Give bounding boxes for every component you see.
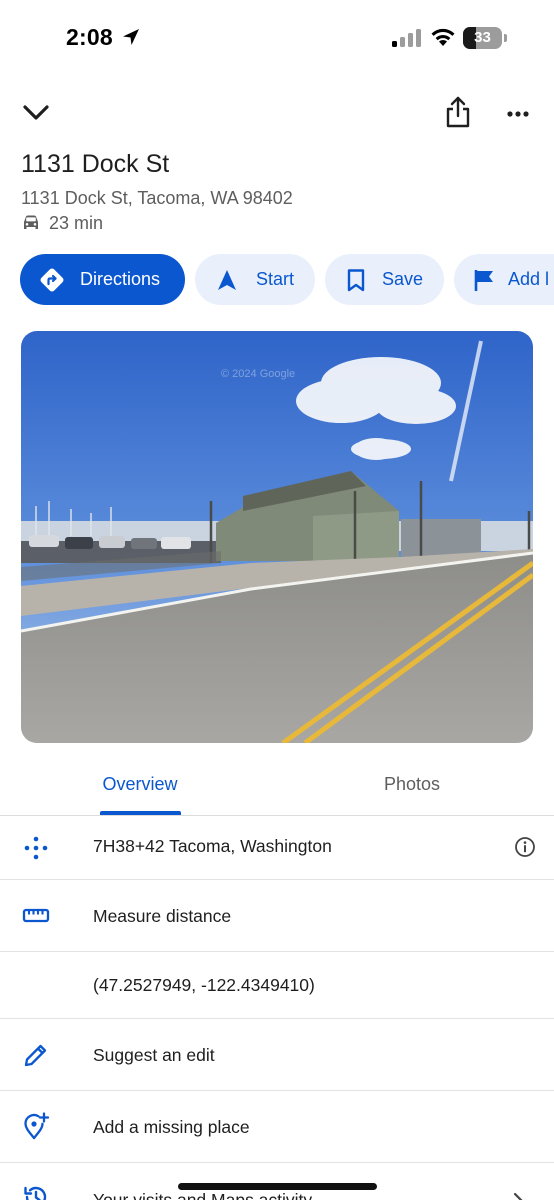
measure-distance-row[interactable]: Measure distance: [0, 880, 554, 952]
battery-indicator: 33: [463, 27, 507, 49]
share-icon[interactable]: [440, 94, 476, 130]
place-tabs: Overview Photos: [0, 760, 554, 816]
battery-percent: 33: [474, 29, 491, 46]
status-time: 2:08: [66, 24, 113, 50]
travel-time-row[interactable]: 23 min: [21, 212, 103, 234]
history-icon: [24, 1186, 47, 1200]
measure-distance-label: Measure distance: [93, 906, 232, 926]
add-missing-place-row[interactable]: Add a missing place: [0, 1091, 554, 1163]
place-address: 1131 Dock St, Tacoma, WA 98402: [21, 188, 293, 208]
travel-time: 23 min: [49, 212, 104, 233]
visits-activity-label: Your visits and Maps activity: [93, 1190, 313, 1200]
start-button[interactable]: Start: [195, 254, 315, 305]
tab-overview-label: Overview: [102, 774, 178, 794]
coordinates-text: (47.2527949, -122.4349410): [93, 975, 315, 995]
ruler-icon: [22, 908, 50, 923]
street-view-photo[interactable]: © 2024 Google: [21, 331, 533, 743]
place-title: 1131 Dock St: [21, 150, 170, 178]
info-icon[interactable]: [514, 836, 536, 858]
suggest-edit-row[interactable]: Suggest an edit: [0, 1019, 554, 1091]
directions-button[interactable]: Directions: [20, 254, 185, 305]
bookmark-icon: [347, 268, 365, 291]
save-button[interactable]: Save: [325, 254, 444, 305]
action-chips: Directions Start Save Add l: [20, 254, 554, 306]
start-label: Start: [256, 269, 295, 289]
battery-cap: [504, 34, 507, 42]
add-location-icon: [24, 1112, 50, 1140]
chevron-down-icon[interactable]: [20, 96, 52, 128]
status-bar: 2:08 33: [0, 0, 554, 74]
directions-icon: [40, 268, 64, 291]
battery-body: 33: [463, 27, 502, 49]
add-missing-place-label: Add a missing place: [93, 1117, 250, 1137]
cellular-signal-icon: [392, 29, 421, 47]
plus-code-row[interactable]: 7H38+42 Tacoma, Washington: [0, 815, 554, 880]
navigation-arrow-icon: [218, 269, 236, 290]
tab-overview[interactable]: Overview: [90, 760, 190, 816]
visits-activity-row[interactable]: Your visits and Maps activity: [0, 1163, 554, 1200]
directions-label: Directions: [80, 269, 161, 289]
plus-code-icon: [24, 836, 48, 860]
flag-icon: [474, 269, 493, 291]
add-label-button[interactable]: Add l: [454, 254, 554, 305]
wifi-icon: [431, 28, 455, 46]
more-options-icon[interactable]: [500, 94, 536, 130]
coordinates-row[interactable]: (47.2527949, -122.4349410): [0, 952, 554, 1019]
suggest-edit-label: Suggest an edit: [93, 1045, 215, 1065]
home-indicator[interactable]: [178, 1183, 377, 1190]
location-arrow-icon: [123, 29, 139, 45]
street-view-image: © 2024 Google: [21, 331, 533, 743]
save-label: Save: [382, 269, 424, 289]
tab-photos[interactable]: Photos: [362, 760, 462, 816]
tab-photos-label: Photos: [383, 774, 441, 794]
chevron-right-icon: [513, 1192, 523, 1200]
pencil-icon: [24, 1044, 47, 1067]
car-icon: [24, 215, 38, 229]
add-label-text: Add l: [508, 269, 550, 289]
sheet-top-bar: [0, 90, 554, 134]
google-watermark: © 2024 Google: [221, 368, 295, 380]
plus-code-text: 7H38+42 Tacoma, Washington: [93, 836, 332, 856]
